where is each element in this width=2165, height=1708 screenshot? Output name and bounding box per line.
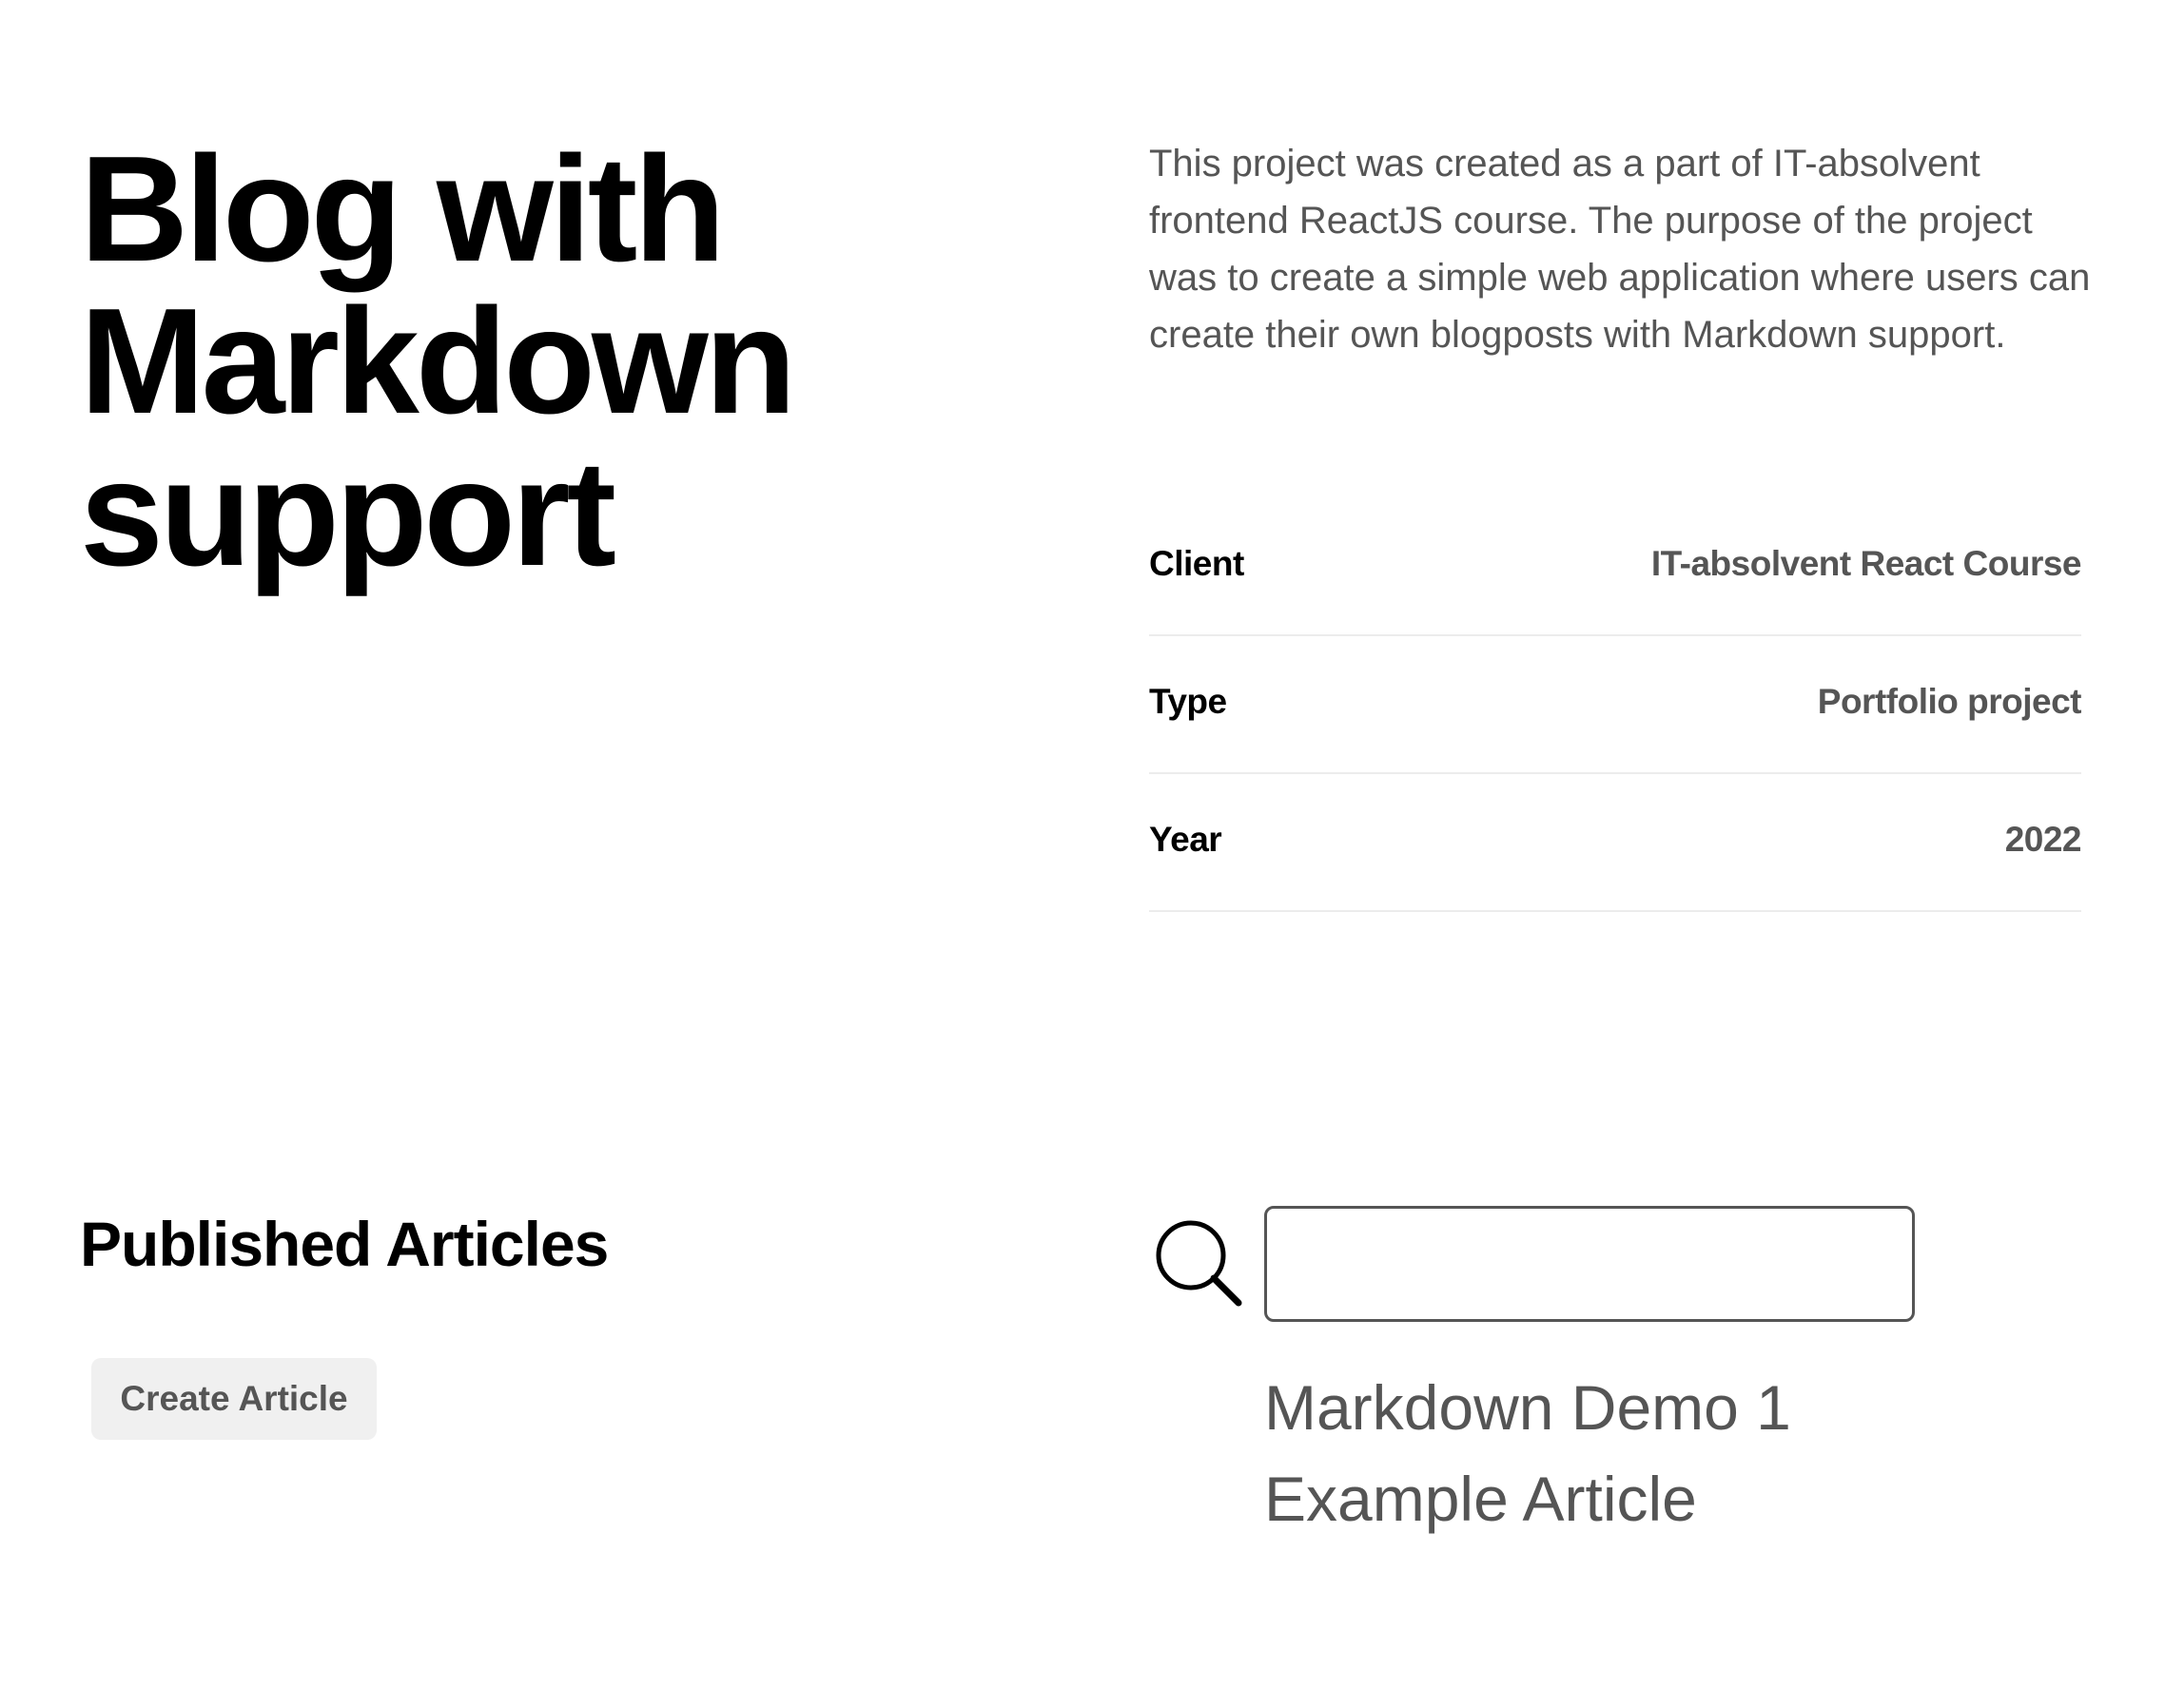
search-icon	[1156, 1220, 1242, 1307]
detail-key: Type	[1149, 681, 1227, 721]
project-title: Blog with Markdown support	[80, 126, 796, 597]
detail-row-type: Type Portfolio project	[1149, 636, 2082, 774]
article-link[interactable]: Example Article	[1264, 1453, 1791, 1544]
detail-row-year: Year 2022	[1149, 774, 2082, 912]
search-input[interactable]	[1264, 1206, 1915, 1322]
detail-key: Client	[1149, 543, 1244, 583]
detail-value: 2022	[2004, 819, 2082, 859]
detail-value: IT-absolvent React Course	[1650, 543, 2082, 583]
article-list: Markdown Demo 1 Example Article	[1264, 1362, 1791, 1544]
project-details: Client IT-absolvent React Course Type Po…	[1149, 498, 2082, 912]
project-description: This project was created as a part of IT…	[1149, 143, 2091, 356]
detail-key: Year	[1149, 819, 1222, 859]
detail-row-client: Client IT-absolvent React Course	[1149, 498, 2082, 636]
published-articles-heading: Published Articles	[80, 1209, 609, 1279]
detail-value: Portfolio project	[1817, 681, 2082, 721]
article-link[interactable]: Markdown Demo 1	[1264, 1362, 1791, 1453]
create-article-button[interactable]: Create Article	[91, 1358, 377, 1440]
